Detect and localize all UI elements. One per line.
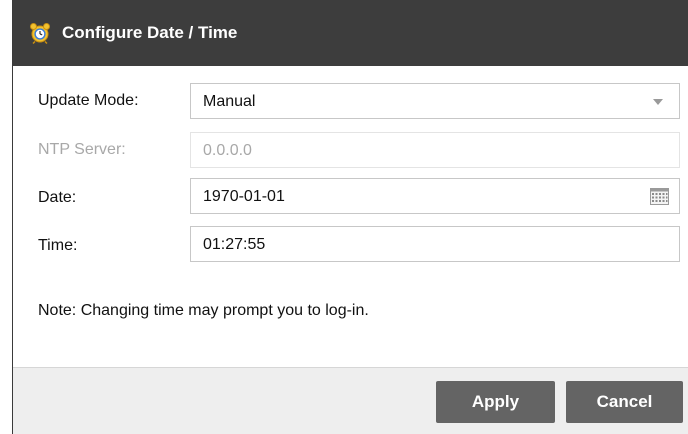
- update-mode-value: Manual: [203, 93, 256, 110]
- ntp-server-value: 0.0.0.0: [203, 142, 252, 159]
- time-value: 01:27:55: [203, 236, 266, 253]
- time-change-note: Note: Changing time may prompt you to lo…: [38, 302, 369, 319]
- ntp-server-label: NTP Server:: [38, 141, 126, 158]
- dialog-footer: Apply Cancel: [13, 367, 688, 434]
- cancel-button[interactable]: Cancel: [566, 381, 683, 423]
- update-mode-label: Update Mode:: [38, 92, 139, 109]
- update-mode-select[interactable]: Manual: [190, 83, 680, 119]
- date-input[interactable]: 1970-01-01: [190, 178, 680, 214]
- apply-button[interactable]: Apply: [436, 381, 555, 423]
- time-input[interactable]: 01:27:55: [190, 226, 680, 262]
- dialog-titlebar: Configure Date / Time: [13, 0, 688, 66]
- time-label: Time:: [38, 237, 78, 254]
- date-value: 1970-01-01: [203, 188, 285, 205]
- calendar-icon[interactable]: [650, 188, 669, 205]
- date-label: Date:: [38, 189, 77, 206]
- alarm-clock-icon: [30, 23, 50, 44]
- configure-date-time-dialog: Configure Date / Time Update Mode: Manua…: [12, 0, 688, 434]
- chevron-down-icon[interactable]: [653, 99, 663, 105]
- dialog-title: Configure Date / Time: [62, 23, 238, 42]
- ntp-server-input: 0.0.0.0: [190, 132, 680, 168]
